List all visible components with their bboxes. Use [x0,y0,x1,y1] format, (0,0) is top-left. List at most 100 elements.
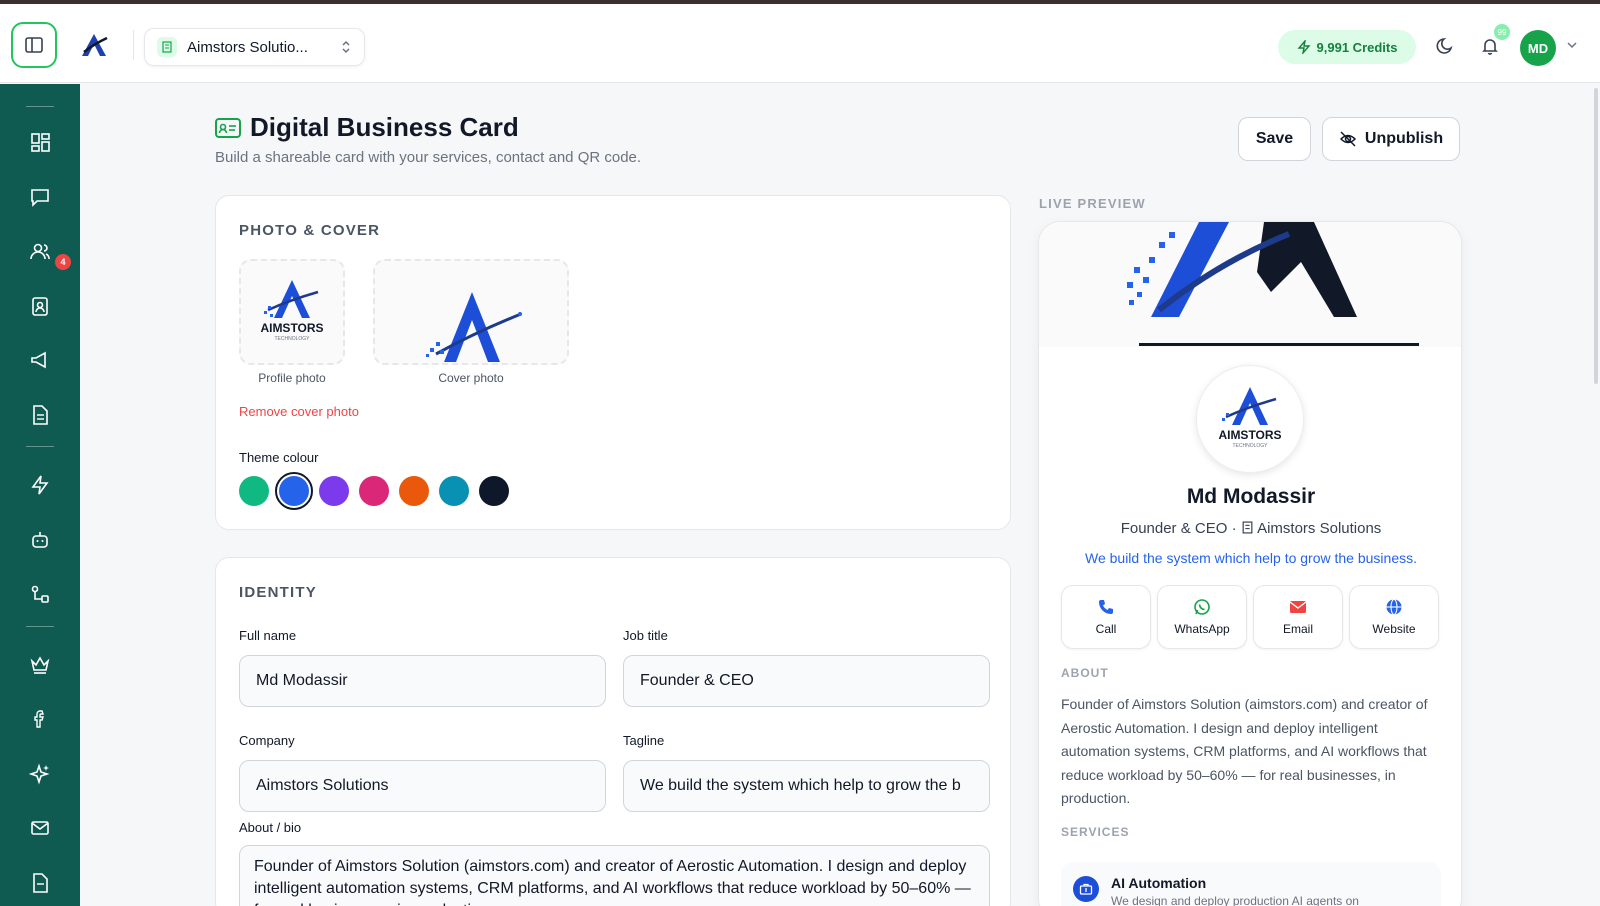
live-preview-label: LIVE PREVIEW [1039,196,1146,211]
aimstors-logo-image: AIMSTORS TECHNOLOGY [260,280,324,342]
theme-swatch-orange[interactable] [399,476,429,506]
sidebar-item-files[interactable] [25,868,55,898]
preview-service-item: AI Automation We design and deploy produ… [1061,862,1441,906]
identity-card: IDENTITY Full name Md Modassir Job title… [215,557,1011,906]
sidebar-item-facebook[interactable] [25,704,55,734]
page-title: Digital Business Card [250,112,519,142]
company-input[interactable]: Aimstors Solutions [239,760,606,812]
sidebar-item-bots[interactable] [25,525,55,555]
preview-logo-subtext: TECHNOLOGY [1232,443,1268,449]
preview-about-title: ABOUT [1061,666,1109,680]
id-card-icon [215,118,241,138]
company-label: Company [239,733,295,748]
brand-logo-icon[interactable] [80,32,108,58]
bot-icon [32,532,48,548]
globe-icon [1386,598,1402,616]
mail-icon [31,821,49,835]
preview-call-button[interactable]: Call [1061,585,1151,649]
unpublish-button[interactable]: Unpublish [1322,117,1460,161]
preview-services-title: SERVICES [1061,825,1130,839]
preview-about-text: Founder of Aimstors Solution (aimstors.c… [1061,696,1428,806]
theme-swatch-teal[interactable] [439,476,469,506]
user-avatar[interactable]: MD [1520,30,1556,66]
dashboard-icon [31,133,50,152]
chat-unread-badge: 4 [55,254,71,270]
sidebar-toggle-button[interactable] [11,22,57,68]
preview-name: Md Modassir [1186,485,1316,508]
page-scrollbar[interactable] [1594,88,1598,384]
briefcase-icon [1073,876,1099,902]
preview-avatar-logo: AIMSTORS TECHNOLOGY [1218,387,1282,449]
preview-website-button[interactable]: Website [1349,585,1439,649]
organization-switcher[interactable]: Aimstors Solutio... [144,28,365,66]
theme-swatch-purple[interactable] [319,476,349,506]
full-name-input[interactable]: Md Modassir [239,655,606,707]
sidebar-item-campaigns[interactable] [25,345,55,375]
sidebar-item-contacts[interactable] [25,291,55,321]
chevron-updown-icon [342,40,350,54]
about-bio-textarea[interactable]: Founder of Aimstors Solution (aimstors.c… [239,845,990,906]
moon-icon[interactable] [1436,36,1456,56]
sidebar-item-automations[interactable] [25,470,55,500]
sidebar-item-ai[interactable] [25,759,55,789]
theme-swatch-dark[interactable] [479,476,509,506]
building-icon [157,37,177,57]
job-title-input[interactable]: Founder & CEO [623,655,990,707]
sparkle-icon [29,763,50,785]
whatsapp-icon [1194,599,1210,615]
preview-cover-image [1039,222,1461,347]
phone-icon [1099,600,1113,614]
section-title-identity: IDENTITY [239,584,317,601]
theme-swatch-green[interactable] [239,476,269,506]
sidebar-divider [26,626,54,627]
theme-swatch-pink[interactable] [359,476,389,506]
save-button[interactable]: Save [1238,117,1311,161]
section-title-photo-cover: PHOTO & COVER [239,222,381,239]
tagline-input[interactable]: We build the system which help to grow t… [623,760,990,812]
theme-swatch-blue[interactable] [275,472,313,510]
remove-cover-photo-link[interactable]: Remove cover photo [239,404,359,419]
header-divider [133,30,134,60]
sidebar-item-users[interactable] [25,236,55,266]
preview-call-label: Call [1095,622,1117,636]
unpublish-label: Unpublish [1364,130,1444,147]
workflow-icon [31,585,49,603]
preview-tagline: We build the system which help to grow t… [1084,550,1418,566]
tagline-label: Tagline [623,733,665,748]
cover-photo-upload[interactable] [373,259,569,365]
bell-icon[interactable] [1480,36,1500,56]
profile-logo-text: AIMSTORS [260,321,323,335]
page-subtitle: Build a shareable card with your service… [215,149,642,166]
preview-email-button[interactable]: Email [1253,585,1343,649]
credits-badge[interactable]: 9,991 Credits [1278,30,1416,64]
sidebar-item-documents[interactable] [25,400,55,430]
preview-role: Founder & CEO [1120,520,1228,537]
chevron-down-icon[interactable] [1566,40,1578,50]
profile-photo-upload[interactable]: AIMSTORS TECHNOLOGY [239,259,345,365]
sidebar-toggle-icon [25,37,43,53]
preview-email-label: Email [1282,622,1313,636]
about-bio-label: About / bio [239,820,302,835]
sidebar-item-email[interactable] [25,813,55,843]
sidebar-item-workflows[interactable] [25,579,55,609]
top-header: Aimstors Solutio... 9,991 Credits 99 MD [0,4,1600,83]
contact-card-icon [32,297,48,316]
profile-photo-label: Profile photo [258,371,326,385]
photo-cover-card: PHOTO & COVER AIMSTORS TECHNOLOGY Profil… [215,195,1011,530]
preview-whatsapp-button[interactable]: WhatsApp [1157,585,1247,649]
preview-company: Aimstors Solutions [1257,520,1382,537]
lightning-icon [1297,40,1311,54]
sidebar-item-chat[interactable] [25,182,55,212]
sidebar-item-premium[interactable] [25,650,55,680]
credits-text: 9,991 Credits [1316,39,1398,55]
preview-logo-text: AIMSTORS [1218,428,1281,442]
sidebar-item-dashboard[interactable] [25,127,55,157]
crown-icon [30,656,50,674]
preview-whatsapp-label: WhatsApp [1174,622,1230,636]
preview-service-title: AI Automation [1111,875,1207,891]
megaphone-icon [31,351,46,369]
chat-icon [31,189,49,207]
preview-role-line: Founder & CEO · Aimstors Solutions [1120,520,1382,537]
preview-service-description: We design and deploy production AI agent… [1111,894,1359,906]
profile-logo-subtext: TECHNOLOGY [274,336,310,342]
